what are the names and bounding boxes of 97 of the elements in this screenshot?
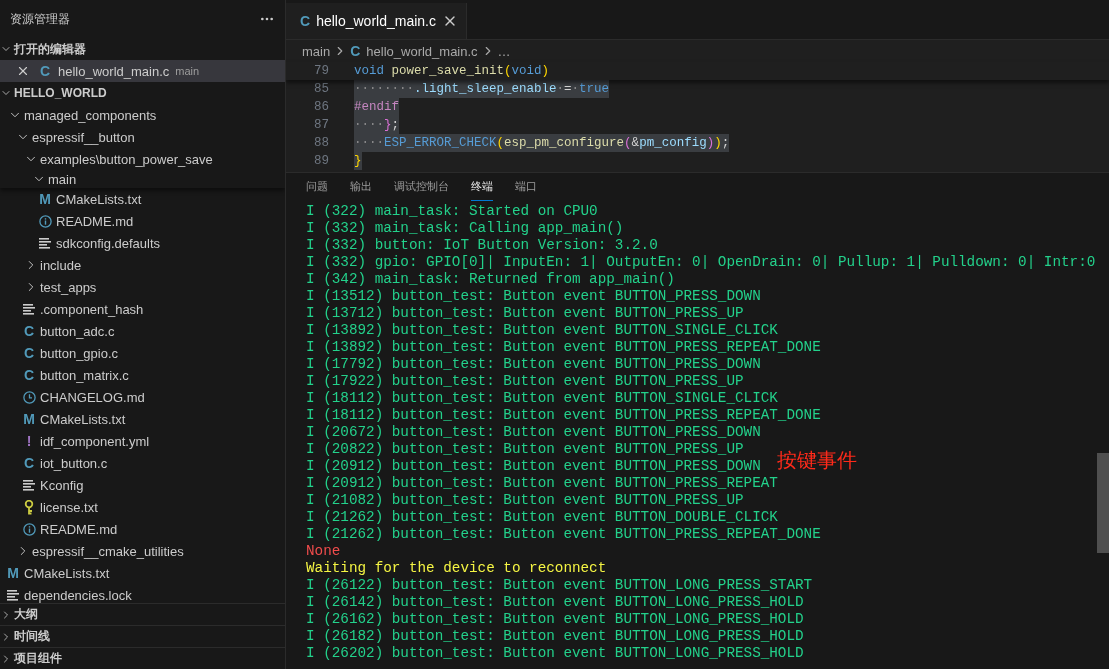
terminal-line: I (17792) button_test: Button event BUTTON_PRESS_DOWN (306, 356, 761, 373)
breadcrumb-item[interactable]: … (497, 43, 511, 59)
terminal-line: I (332) gpio: GPIO[0]| InputEn: 1| OutputEn: 0| OpenDrain: 0| Pullup: 1| Pulldown: 0| Intr:0 (306, 254, 1096, 271)
terminal-line: I (21082) button_test: Button event BUTTON_PRESS_UP (306, 492, 744, 509)
line-number: 89 (313, 154, 329, 168)
section-header[interactable]: 时间线 (0, 625, 285, 647)
terminal-line: None (306, 543, 341, 560)
terminal-line: I (13892) button_test: Button event BUTTON_SINGLE_CLICK (306, 322, 778, 339)
line-number: 88 (313, 136, 329, 150)
c-letter-icon: C (39, 64, 51, 78)
file-item[interactable]: C button_matrix.c (0, 364, 285, 386)
terminal-line: I (26122) button_test: Button event BUTTON_LONG_PRESS_START (306, 577, 813, 594)
clock-icon (22, 390, 36, 404)
breadcrumb-item[interactable]: main (302, 43, 331, 59)
file-item[interactable]: M CMakeLists.txt (0, 408, 285, 430)
file-item[interactable]: M CMakeLists.txt (0, 188, 285, 210)
terminal-line: Waiting for the device to reconnect (306, 560, 607, 577)
terminal-line: I (332) button: IoT Button Version: 3.2.0 (306, 237, 658, 254)
m-letter-icon: M (23, 412, 35, 426)
terminal-line: I (20912) button_test: Button event BUTTON_PRESS_DOWN (306, 458, 761, 475)
panel-tab[interactable]: 输出 (350, 173, 372, 201)
lines-icon (23, 303, 35, 315)
terminal-line: I (21262) button_test: Button event BUTTON_PRESS_REPEAT_DONE (306, 526, 821, 543)
section-header[interactable]: 打开的编辑器 (0, 38, 285, 60)
folder-description: main (175, 65, 200, 77)
terminal-line: I (18112) button_test: Button event BUTTON_PRESS_REPEAT_DONE (306, 407, 821, 424)
scrollbar-thumb[interactable] (1097, 453, 1109, 553)
key-icon (24, 499, 34, 515)
c-letter-icon: C (350, 44, 361, 58)
line-number: 85 (313, 82, 329, 96)
terminal-line: I (20822) button_test: Button event BUTTON_PRESS_UP (306, 441, 744, 458)
terminal-line: I (18112) button_test: Button event BUTTON_SINGLE_CLICK (306, 390, 778, 407)
file-item[interactable]: README.md (0, 518, 285, 540)
folder-item[interactable]: examples\button_power_save (0, 148, 285, 170)
terminal-line: I (26142) button_test: Button event BUTTON_LONG_PRESS_HOLD (306, 594, 804, 611)
section-header[interactable]: 项目组件 (0, 647, 285, 669)
terminal-line: I (342) main_task: Returned from app_main() (306, 271, 675, 288)
file-item[interactable]: CHANGELOG.md (0, 386, 285, 408)
c-letter-icon: C (23, 346, 35, 360)
panel-tab[interactable]: 调试控制台 (394, 173, 449, 201)
line-number: 86 (313, 100, 329, 114)
terminal-line: I (26162) button_test: Button event BUTTON_LONG_PRESS_HOLD (306, 611, 804, 628)
open-editor-item[interactable]: C hello_world_main.c main (0, 60, 285, 82)
annotation-text: 按键事件 (777, 447, 857, 474)
file-item[interactable]: C button_gpio.c (0, 342, 285, 364)
c-letter-icon: C (23, 368, 35, 382)
m-letter-icon: M (7, 566, 19, 580)
c-letter-icon: C (23, 456, 35, 470)
file-item[interactable]: sdkconfig.defaults (0, 232, 285, 254)
code-line: void power_save_init(void) (354, 63, 550, 80)
terminal-line: I (13712) button_test: Button event BUTTON_PRESS_UP (306, 305, 744, 322)
line-number: 87 (313, 118, 329, 132)
terminal-line: I (322) main_task: Started on CPU0 (306, 203, 598, 220)
line-number: 79 (313, 64, 329, 78)
editor-tab[interactable]: C hello_world_main.c (286, 3, 467, 39)
file-item[interactable]: C button_adc.c (0, 320, 285, 342)
terminal-line: I (17922) button_test: Button event BUTTON_PRESS_UP (306, 373, 744, 390)
file-item[interactable]: README.md (0, 210, 285, 232)
panel-tab[interactable]: 端口 (515, 173, 537, 201)
terminal-line: I (13512) button_test: Button event BUTTON_PRESS_DOWN (306, 288, 761, 305)
file-item[interactable]: license.txt (0, 496, 285, 518)
file-item[interactable]: C iot_button.c (0, 452, 285, 474)
lines-icon (23, 479, 35, 491)
terminal-line: I (26202) button_test: Button event BUTTON_LONG_PRESS_HOLD (306, 645, 804, 662)
terminal-line: I (332) main_task: Calling app_main() (306, 220, 624, 237)
lines-icon (7, 589, 19, 601)
folder-item[interactable]: espressif__button (0, 126, 285, 148)
c-letter-icon: C (300, 14, 311, 28)
m-letter-icon: M (39, 192, 51, 206)
panel-tab[interactable]: 终端 (471, 173, 493, 201)
breadcrumb-item[interactable]: C hello_world_main.c (350, 43, 478, 59)
info-icon (38, 214, 52, 228)
file-item[interactable]: ! idf_component.yml (0, 430, 285, 452)
explorer-title: 资源管理器 (10, 10, 70, 28)
folder-item[interactable]: include (0, 254, 285, 276)
terminal-line: I (26182) button_test: Button event BUTTON_LONG_PRESS_HOLD (306, 628, 804, 645)
close-icon[interactable] (16, 64, 30, 78)
terminal-line: I (13892) button_test: Button event BUTTON_PRESS_REPEAT_DONE (306, 339, 821, 356)
panel-tab[interactable]: 问题 (306, 173, 328, 201)
exclamation-icon: ! (26, 434, 32, 448)
file-item[interactable]: dependencies.lock (0, 584, 285, 603)
file-name: hello_world_main.c (58, 63, 170, 79)
section-header[interactable]: 大纲 (0, 603, 285, 625)
folder-item[interactable]: espressif__cmake_utilities (0, 540, 285, 562)
lines-icon (39, 237, 51, 249)
folder-item[interactable]: main (0, 170, 285, 188)
file-item[interactable]: Kconfig (0, 474, 285, 496)
file-item[interactable]: .component_hash (0, 298, 285, 320)
folder-item[interactable]: test_apps (0, 276, 285, 298)
terminal-line: I (20912) button_test: Button event BUTTON_PRESS_REPEAT (306, 475, 778, 492)
section-header[interactable]: HELLO_WORLD (0, 82, 285, 104)
folder-item[interactable]: managed_components (0, 104, 285, 126)
info-icon (22, 522, 36, 536)
file-item[interactable]: M CMakeLists.txt (0, 562, 285, 584)
terminal-line: I (20672) button_test: Button event BUTTON_PRESS_DOWN (306, 424, 761, 441)
c-letter-icon: C (23, 324, 35, 338)
terminal-line: I (21262) button_test: Button event BUTTON_DOUBLE_CLICK (306, 509, 778, 526)
